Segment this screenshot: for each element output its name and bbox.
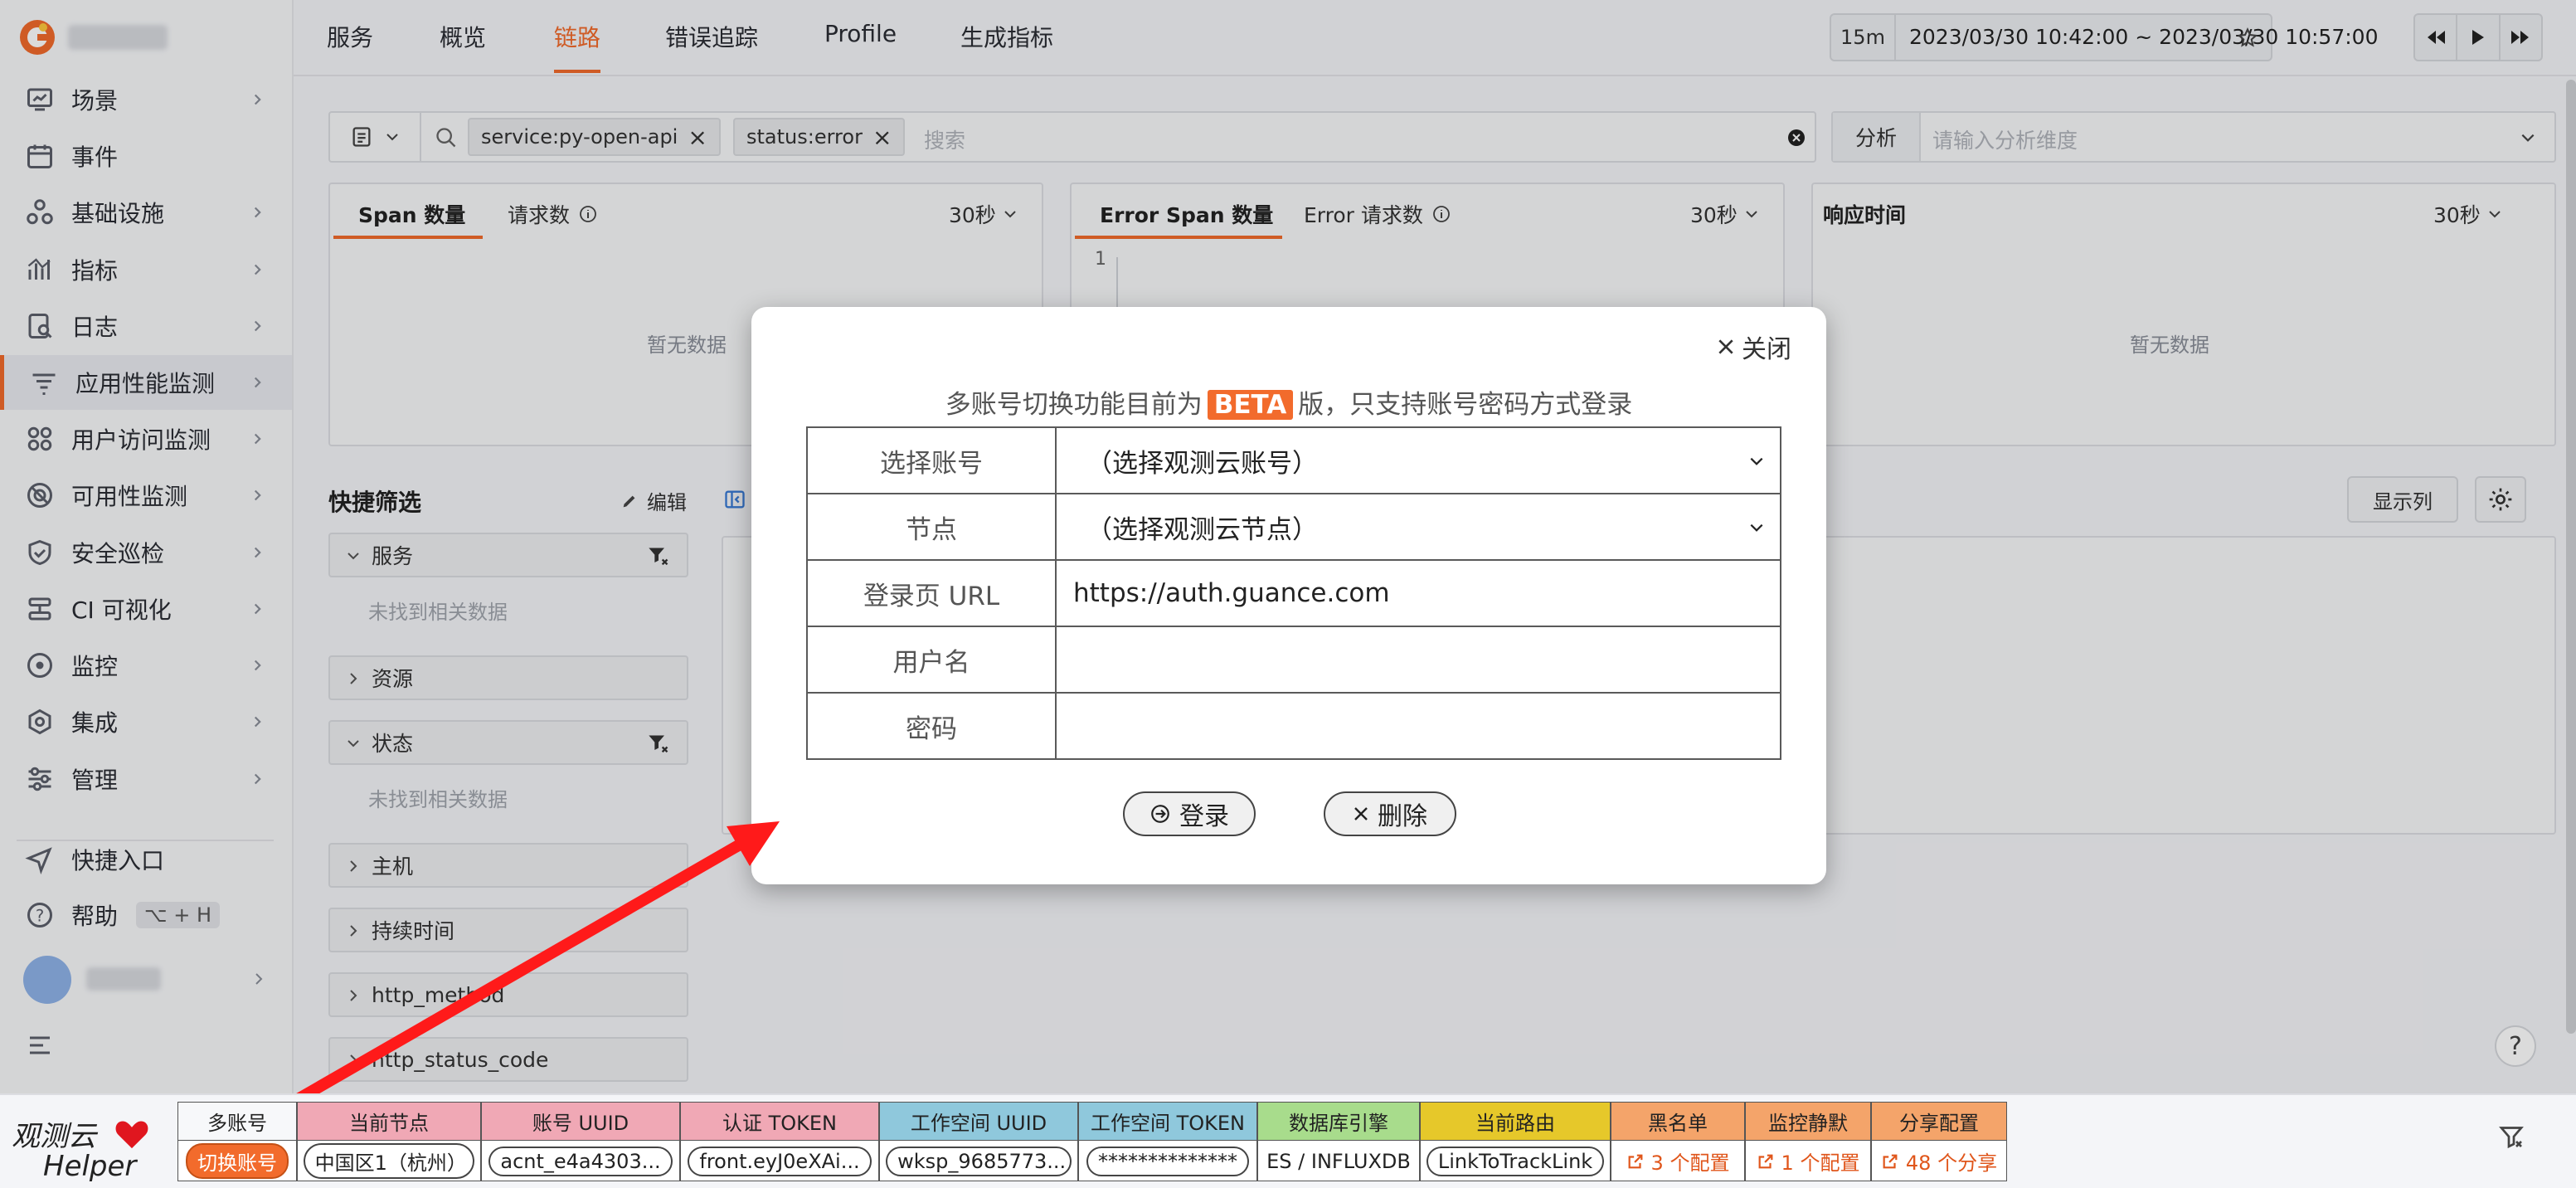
helper-col-header: 工作空间 TOKEN — [1079, 1103, 1256, 1141]
helper-col-header: 数据库引擎 — [1258, 1103, 1419, 1141]
helper-value[interactable]: wksp_9685773... — [886, 1146, 1072, 1176]
filter-clear-icon[interactable] — [2496, 1122, 2526, 1151]
field-label: 登录页 URL — [806, 559, 1057, 627]
login-form: 选择账号 （选择观测云账号） 节点 （选择观测云节点） 登录页 URL http… — [806, 426, 1781, 760]
helper-col-header: 多账号 — [178, 1103, 296, 1141]
username-input[interactable] — [1055, 626, 1781, 694]
close-icon — [1354, 807, 1368, 820]
close-icon — [1718, 339, 1733, 354]
field-label: 选择账号 — [806, 426, 1057, 494]
login-button[interactable]: 登录 — [1123, 791, 1256, 836]
close-button[interactable]: 关闭 — [1717, 329, 1791, 365]
helper-col-1: 当前节点 中国区1（杭州） — [297, 1102, 481, 1181]
external-link-icon — [1758, 1154, 1772, 1168]
external-link-icon — [1628, 1154, 1642, 1168]
helper-col-9: 监控静默 1 个配置 — [1745, 1102, 1871, 1181]
field-label: 用户名 — [806, 626, 1057, 694]
field-label: 密码 — [806, 692, 1057, 760]
helper-col-header: 当前路由 — [1421, 1103, 1610, 1141]
beta-badge: BETA — [1207, 390, 1294, 420]
helper-col-header: 当前节点 — [298, 1103, 480, 1141]
account-select[interactable]: （选择观测云账号） — [1055, 426, 1781, 494]
helper-col-2: 账号 UUID acnt_e4a4303... — [481, 1102, 680, 1181]
field-label: 节点 — [806, 493, 1057, 561]
helper-col-6: 数据库引擎 ES / INFLUXDB — [1257, 1102, 1420, 1181]
helper-col-header: 黑名单 — [1611, 1103, 1744, 1141]
switch-account-button[interactable]: 切换账号 — [186, 1143, 289, 1179]
helper-brand-sub: Helper — [43, 1150, 137, 1183]
helper-col-7: 当前路由 LinkToTrackLink — [1420, 1102, 1611, 1181]
helper-link[interactable]: 1 个配置 — [1757, 1147, 1859, 1176]
helper-col-0: 多账号 切换账号 — [177, 1102, 297, 1181]
chevron-down-icon — [1750, 523, 1763, 532]
helper-link[interactable]: 3 个配置 — [1626, 1147, 1729, 1176]
heart-icon — [115, 1121, 148, 1149]
helper-link[interactable]: 48 个分享 — [1881, 1147, 1997, 1176]
helper-col-header: 监控静默 — [1746, 1103, 1870, 1141]
helper-col-header: 工作空间 UUID — [880, 1103, 1077, 1141]
helper-col-header: 分享配置 — [1872, 1103, 2006, 1141]
delete-button[interactable]: 删除 — [1324, 791, 1456, 836]
helper-col-header: 认证 TOKEN — [681, 1103, 878, 1141]
helper-col-5: 工作空间 TOKEN ************** — [1078, 1102, 1257, 1181]
helper-col-8: 黑名单 3 个配置 — [1611, 1102, 1745, 1181]
node-select[interactable]: （选择观测云节点） — [1055, 493, 1781, 561]
helper-col-10: 分享配置 48 个分享 — [1871, 1102, 2007, 1181]
helper-value[interactable]: acnt_e4a4303... — [488, 1146, 673, 1176]
helper-col-3: 认证 TOKEN front.eyJ0eXAi... — [680, 1102, 879, 1181]
chevron-down-icon — [1750, 457, 1763, 465]
helper-col-header: 账号 UUID — [482, 1103, 679, 1141]
helper-value[interactable]: 中国区1（杭州） — [303, 1143, 475, 1179]
helper-value[interactable]: front.eyJ0eXAi... — [688, 1146, 872, 1176]
helper-value[interactable]: LinkToTrackLink — [1426, 1146, 1605, 1176]
login-url-input[interactable]: https://auth.guance.com — [1055, 559, 1781, 627]
account-switch-dialog: 关闭 多账号切换功能目前为 BETA 版，只支持账号密码方式登录 选择账号 （选择观… — [751, 307, 1826, 884]
password-input[interactable] — [1055, 692, 1781, 760]
helper-col-4: 工作空间 UUID wksp_9685773... — [879, 1102, 1078, 1181]
helper-brand: 观测云 — [12, 1120, 96, 1153]
helper-value[interactable]: ************** — [1086, 1146, 1249, 1176]
beta-notice: 多账号切换功能目前为 BETA 版，只支持账号密码方式登录 — [945, 390, 1633, 420]
external-link-icon — [1883, 1154, 1898, 1168]
helper-value: ES / INFLUXDB — [1266, 1149, 1411, 1173]
login-icon — [1151, 805, 1169, 823]
